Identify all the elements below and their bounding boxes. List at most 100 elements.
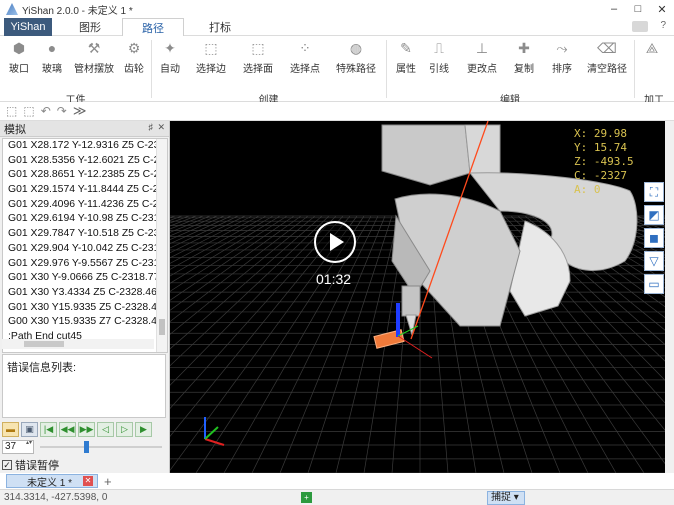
redo-icon[interactable]: ↷	[57, 104, 67, 118]
open-folder-icon[interactable]: ▬	[2, 421, 19, 437]
gear-button[interactable]: ⚙ 齿轮	[119, 39, 149, 79]
ribbon-separator	[634, 40, 635, 98]
gcode-line: G01 X29.6194 Y-10.98 Z5 C-2318	[8, 213, 156, 225]
expand-icon[interactable]: ≫	[73, 103, 87, 119]
coord-y: Y: 15.74	[574, 141, 627, 154]
pin-icon[interactable]: ♯	[149, 122, 154, 132]
fast-forward-icon[interactable]: ▶▶	[78, 421, 95, 437]
undo-icon[interactable]: ↶	[41, 104, 51, 118]
frame-icon[interactable]: ▭	[644, 274, 664, 294]
app-menu-button[interactable]: YiShan	[4, 18, 52, 36]
select-face-button[interactable]: ⬚ 选择面	[237, 39, 279, 79]
clear-path-button[interactable]: ⌫ 清空路径	[584, 39, 630, 79]
gcode-list[interactable]: G01 X28.172 Y-12.9316 Z5 C-23 G01 X28.53…	[2, 138, 168, 353]
speed-slider[interactable]	[40, 440, 168, 454]
new-icon[interactable]: ⬚	[6, 104, 17, 118]
slider-knob[interactable]	[84, 441, 89, 453]
speed-spinbox[interactable]: 37	[2, 440, 34, 454]
origin-axes	[204, 417, 225, 446]
pause-on-error-row[interactable]: ✓ 错误暂停	[2, 458, 59, 472]
simulation-panel-header: 模拟 ♯ ✕	[0, 121, 169, 137]
pause-on-error-checkbox[interactable]: ✓	[2, 460, 12, 470]
pause-on-error-label: 错误暂停	[15, 460, 59, 472]
ribbon-tab-row: YiShan 图形 路径 打标 ?	[0, 18, 674, 36]
tube-place-button[interactable]: ⚒ 管材摆放	[71, 39, 117, 79]
gcode-line: G01 X29.904 Y-10.042 Z5 C-2318	[8, 242, 156, 254]
gcode-line: G01 X30 Y3.4334 Z5 C-2328.46 A	[8, 286, 156, 298]
theme-icon[interactable]	[632, 21, 648, 32]
iso-view-icon[interactable]: ◩	[644, 205, 664, 225]
scroll-thumb[interactable]	[24, 341, 64, 347]
copy-button[interactable]: ✚ 复制	[510, 39, 538, 79]
close-button[interactable]: ✕	[650, 0, 674, 18]
gcode-line: G01 X29.976 Y-9.5567 Z5 C-2318	[8, 257, 156, 269]
special-path-button[interactable]: ◍ 特殊路径	[333, 39, 379, 79]
close-panel-icon[interactable]: ✕	[157, 122, 165, 133]
gcode-line: G01 X29.7847 Y-10.518 Z5 C-23	[8, 228, 156, 240]
status-bar: 314.3314, -427.5398, 0 + 捕捉 ▾	[0, 489, 674, 505]
step-forward-icon[interactable]: ▷	[116, 421, 133, 437]
scroll-thumb[interactable]	[159, 319, 165, 335]
glass-edge-button[interactable]: ⬢ 玻口	[4, 39, 34, 79]
solid-view-icon[interactable]: ◼	[644, 228, 664, 248]
auto-button[interactable]: ✦ 自动	[155, 39, 185, 79]
change-point-button[interactable]: ⊥ 更改点	[462, 39, 502, 79]
skip-start-icon[interactable]: |◀	[40, 421, 57, 437]
machining-icon: ⟁	[645, 39, 659, 56]
select-edge-icon: ⬚	[204, 39, 218, 56]
select-face-icon: ⬚	[251, 39, 265, 56]
3d-viewport[interactable]: X: 29.98 Y: 15.74 Z: -493.5 C: -2327 A: …	[170, 121, 665, 473]
sort-button[interactable]: ⤳ 排序	[548, 39, 576, 79]
document-tab-bar: 未定义 1 * ✕ +	[0, 473, 674, 489]
coordinate-readout: X: 29.98 Y: 15.74 Z: -493.5 C: -2327 A: …	[574, 127, 634, 197]
horizontal-scrollbar[interactable]	[2, 339, 154, 349]
gcode-line: G01 X29.1574 Y-11.8444 Z5 C-2.	[8, 184, 156, 196]
tab-marking[interactable]: 打标	[194, 18, 246, 36]
play-icon[interactable]: ▶	[135, 421, 152, 437]
window-title: YiShan 2.0.0 - 未定义 1 *	[22, 5, 133, 17]
speed-row: 37	[2, 439, 168, 455]
gcode-line: G01 X28.5356 Y-12.6021 Z5 C-2.	[8, 154, 156, 166]
minimize-button[interactable]: –	[602, 0, 626, 18]
snap-dropdown[interactable]: 捕捉 ▾	[487, 491, 525, 505]
special-path-icon: ◍	[349, 39, 363, 56]
fast-rewind-icon[interactable]: ◀◀	[59, 421, 76, 437]
tab-path[interactable]: 路径	[122, 18, 184, 36]
open-icon[interactable]: ⬚	[23, 104, 34, 118]
glass-button[interactable]: ● 玻璃	[37, 39, 67, 79]
filter-icon[interactable]: ▽	[644, 251, 664, 271]
gcode-line: G01 X29.4096 Y-11.4236 Z5 C-2.	[8, 198, 156, 210]
glass-edge-icon: ⬢	[12, 39, 26, 56]
select-edge-button[interactable]: ⬚ 选择边	[190, 39, 232, 79]
select-point-button[interactable]: ⁘ 选择点	[284, 39, 326, 79]
error-list-label: 错误信息列表:	[7, 362, 77, 374]
gear-icon: ⚙	[127, 39, 141, 56]
lead-line-button[interactable]: ⎍ 引线	[425, 39, 453, 79]
document-tab-label: 未定义 1 *	[27, 477, 73, 489]
maximize-button[interactable]: □	[626, 0, 650, 18]
eraser-icon: ⌫	[597, 39, 617, 56]
select-point-icon: ⁘	[299, 39, 311, 56]
video-play-button[interactable]	[314, 221, 356, 263]
help-icon[interactable]: ?	[660, 20, 666, 31]
ribbon-separator	[151, 40, 152, 98]
document-tab[interactable]: 未定义 1 * ✕	[6, 474, 98, 489]
video-timestamp: 01:32	[316, 271, 352, 287]
fit-view-icon[interactable]: ⛶	[644, 182, 664, 202]
vertical-scrollbar[interactable]	[156, 139, 167, 352]
coord-x: X: 29.98	[574, 127, 627, 140]
status-indicator-icon[interactable]: +	[301, 492, 312, 503]
close-tab-icon[interactable]: ✕	[83, 476, 93, 486]
gcode-line: G00 X30 Y15.9335 Z7 C-2328.46	[8, 316, 156, 328]
tab-graphics[interactable]: 图形	[66, 18, 114, 36]
save-icon[interactable]: ▣	[21, 421, 38, 437]
magic-wand-icon: ✦	[164, 39, 176, 56]
machining-button[interactable]: ⟁	[640, 39, 664, 79]
properties-button[interactable]: ✎ 属性	[392, 39, 420, 79]
step-back-icon[interactable]: ◁	[97, 421, 114, 437]
glass-ball-icon: ●	[47, 40, 57, 56]
sort-path-icon: ⤳	[556, 39, 568, 56]
title-bar: YiShan 2.0.0 - 未定义 1 * – □ ✕	[0, 0, 674, 18]
add-tab-button[interactable]: +	[104, 474, 112, 489]
coord-a: A: 0	[574, 183, 601, 196]
